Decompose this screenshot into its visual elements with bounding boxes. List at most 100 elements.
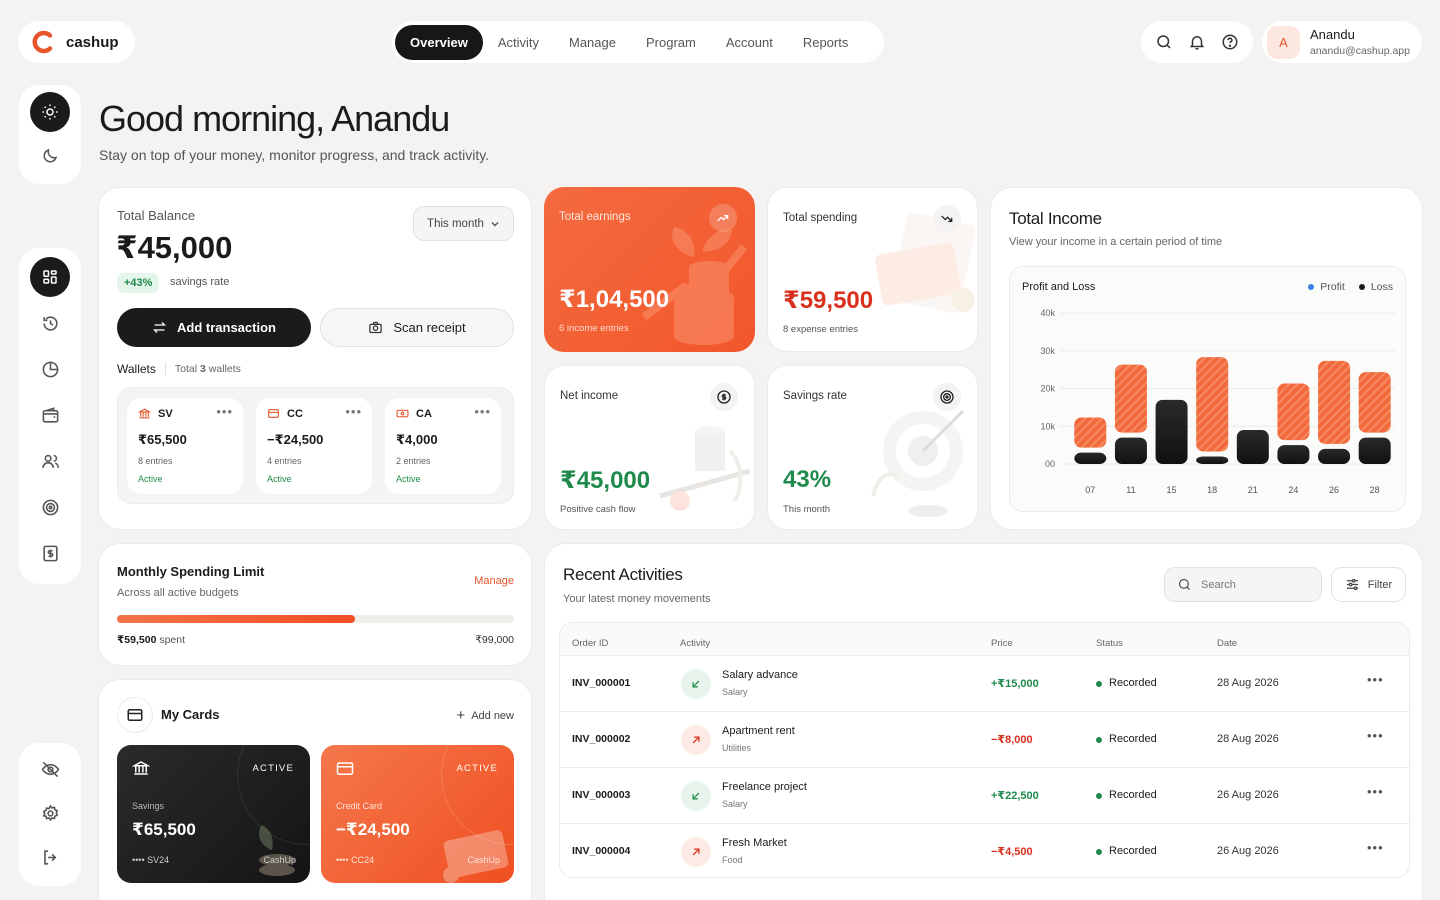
more-icon[interactable]: ••• <box>1367 840 1384 855</box>
bar-profit[interactable] <box>1114 364 1147 433</box>
nav-reports[interactable]: Reports <box>788 25 864 60</box>
filter-label: Filter <box>1367 578 1393 591</box>
nav-program[interactable]: Program <box>631 25 711 60</box>
bar-loss[interactable] <box>1277 445 1310 464</box>
bar-profit[interactable] <box>1277 383 1310 441</box>
search-icon <box>1178 578 1190 590</box>
y-tick-label: 40k <box>1040 308 1055 318</box>
chart-title: Profit and Loss <box>1022 281 1096 293</box>
search-field[interactable] <box>1164 567 1322 602</box>
bar-loss[interactable] <box>1318 448 1351 464</box>
card-brand: CashUp <box>467 855 500 865</box>
receipt-card-illustration <box>875 212 976 314</box>
help-icon[interactable] <box>1221 33 1239 51</box>
bar-loss[interactable] <box>1358 437 1391 464</box>
bar-profit[interactable] <box>1074 417 1107 448</box>
more-icon[interactable]: ••• <box>1367 672 1384 687</box>
more-icon[interactable]: ••• <box>345 404 362 419</box>
pie-chart-icon[interactable] <box>30 349 70 389</box>
filter-button[interactable]: Filter <box>1331 567 1406 602</box>
more-icon[interactable]: ••• <box>1367 784 1384 799</box>
order-id: INV_000001 <box>572 677 631 689</box>
more-icon[interactable]: ••• <box>216 404 233 419</box>
more-icon[interactable]: ••• <box>1367 728 1384 743</box>
user-menu[interactable]: A Anandu anandu@cashup.app <box>1262 21 1422 63</box>
bar-loss[interactable] <box>1114 437 1147 464</box>
bar-profit[interactable] <box>1318 360 1351 444</box>
wallet-code: CA <box>416 407 432 420</box>
activity-name: Freelance project <box>722 781 807 793</box>
eye-off-icon[interactable] <box>30 749 70 789</box>
wallet-card[interactable]: CA ••• ₹4,000 2 entries Active <box>385 398 501 494</box>
period-select[interactable]: This month <box>413 206 514 241</box>
search-icon[interactable] <box>1155 33 1173 51</box>
status-badge: Recorded <box>1109 789 1157 801</box>
nav-activity[interactable]: Activity <box>483 25 554 60</box>
app-logo[interactable]: cashup <box>18 21 135 63</box>
arrow-down-left-icon <box>681 669 711 699</box>
earnings-label: Total earnings <box>559 211 631 223</box>
trending-up-icon <box>709 204 737 232</box>
add-transaction-button[interactable]: Add transaction <box>117 308 311 347</box>
scan-receipt-label: Scan receipt <box>393 320 466 335</box>
savings-badge-text: savings rate <box>170 276 230 288</box>
search-input[interactable] <box>1201 578 1311 591</box>
bar-profit[interactable] <box>1196 357 1229 452</box>
table-row[interactable]: INV_000004 Fresh Market Food −₹4,500 Rec… <box>560 823 1409 877</box>
y-tick-label: 20k <box>1040 384 1055 394</box>
invoice-icon[interactable] <box>30 533 70 573</box>
wallet-status: Active <box>396 474 421 484</box>
credit-card[interactable]: ACTIVE Credit Card −₹24,500 •••• CC24 Ca… <box>321 745 514 883</box>
table-row[interactable]: INV_000001 Salary advance Salary +₹15,00… <box>560 655 1409 711</box>
recent-subtitle: Your latest money movements <box>563 593 711 605</box>
wallet-entries: 8 entries <box>138 456 173 466</box>
wallet-card[interactable]: CC ••• −₹24,500 4 entries Active <box>256 398 372 494</box>
net-income-tile[interactable]: Net income ₹45,000 Positive cash flow <box>544 365 755 530</box>
sidebar-nav <box>19 248 81 584</box>
add-card-button[interactable]: + Add new <box>456 707 514 724</box>
dollar-icon <box>710 383 738 411</box>
moon-icon[interactable] <box>30 136 70 176</box>
target-icon[interactable] <box>30 487 70 527</box>
wallet-header: CC <box>267 407 303 420</box>
bar-loss[interactable] <box>1196 456 1229 464</box>
bar-profit[interactable] <box>1358 372 1391 433</box>
nav-account[interactable]: Account <box>711 25 788 60</box>
table-row[interactable]: INV_000002 Apartment rent Utilities −₹8,… <box>560 711 1409 767</box>
nav-overview[interactable]: Overview <box>395 24 483 60</box>
logout-icon[interactable] <box>30 837 70 877</box>
dashboard-icon[interactable] <box>30 257 70 297</box>
bar-loss[interactable] <box>1155 399 1188 464</box>
bar-loss[interactable] <box>1236 430 1269 464</box>
users-icon[interactable] <box>30 441 70 481</box>
legend-profit: Profit <box>1308 281 1345 293</box>
wallet-icon[interactable] <box>30 395 70 435</box>
gear-icon[interactable] <box>30 793 70 833</box>
table-row[interactable]: INV_000003 Freelance project Salary +₹22… <box>560 767 1409 823</box>
scan-receipt-button[interactable]: Scan receipt <box>320 308 514 347</box>
col-status: Status <box>1096 638 1123 649</box>
bar-loss[interactable] <box>1074 452 1107 464</box>
savings-rate-tile[interactable]: Savings rate 43% This month <box>767 365 978 530</box>
sun-icon[interactable] <box>30 92 70 132</box>
bell-icon[interactable] <box>1188 33 1206 51</box>
manage-link[interactable]: Manage <box>474 575 514 587</box>
price: −₹8,000 <box>991 734 1033 746</box>
plus-icon: + <box>456 707 466 724</box>
history-icon[interactable] <box>30 303 70 343</box>
card-number: •••• CC24 <box>336 855 375 865</box>
spending-tile[interactable]: Total spending ₹59,500 8 expense entries <box>767 187 978 352</box>
status-badge: Recorded <box>1109 845 1157 857</box>
recent-activities-card: Recent Activities Your latest money move… <box>544 543 1423 900</box>
wallet-card[interactable]: SV ••• ₹65,500 8 entries Active <box>127 398 243 494</box>
chevron-down-icon <box>491 221 499 226</box>
page-subtitle: Stay on top of your money, monitor progr… <box>99 147 490 163</box>
savings-card[interactable]: ACTIVE Savings ₹65,500 •••• SV24 CashUp <box>117 745 310 883</box>
limit-title: Monthly Spending Limit <box>117 564 265 579</box>
nav-manage[interactable]: Manage <box>554 25 631 60</box>
trending-down-icon <box>933 205 961 233</box>
status-badge: Recorded <box>1109 677 1157 689</box>
activity-name: Salary advance <box>722 669 798 681</box>
earnings-tile[interactable]: Total earnings ₹1,04,500 6 income entrie… <box>544 187 755 352</box>
more-icon[interactable]: ••• <box>474 404 491 419</box>
